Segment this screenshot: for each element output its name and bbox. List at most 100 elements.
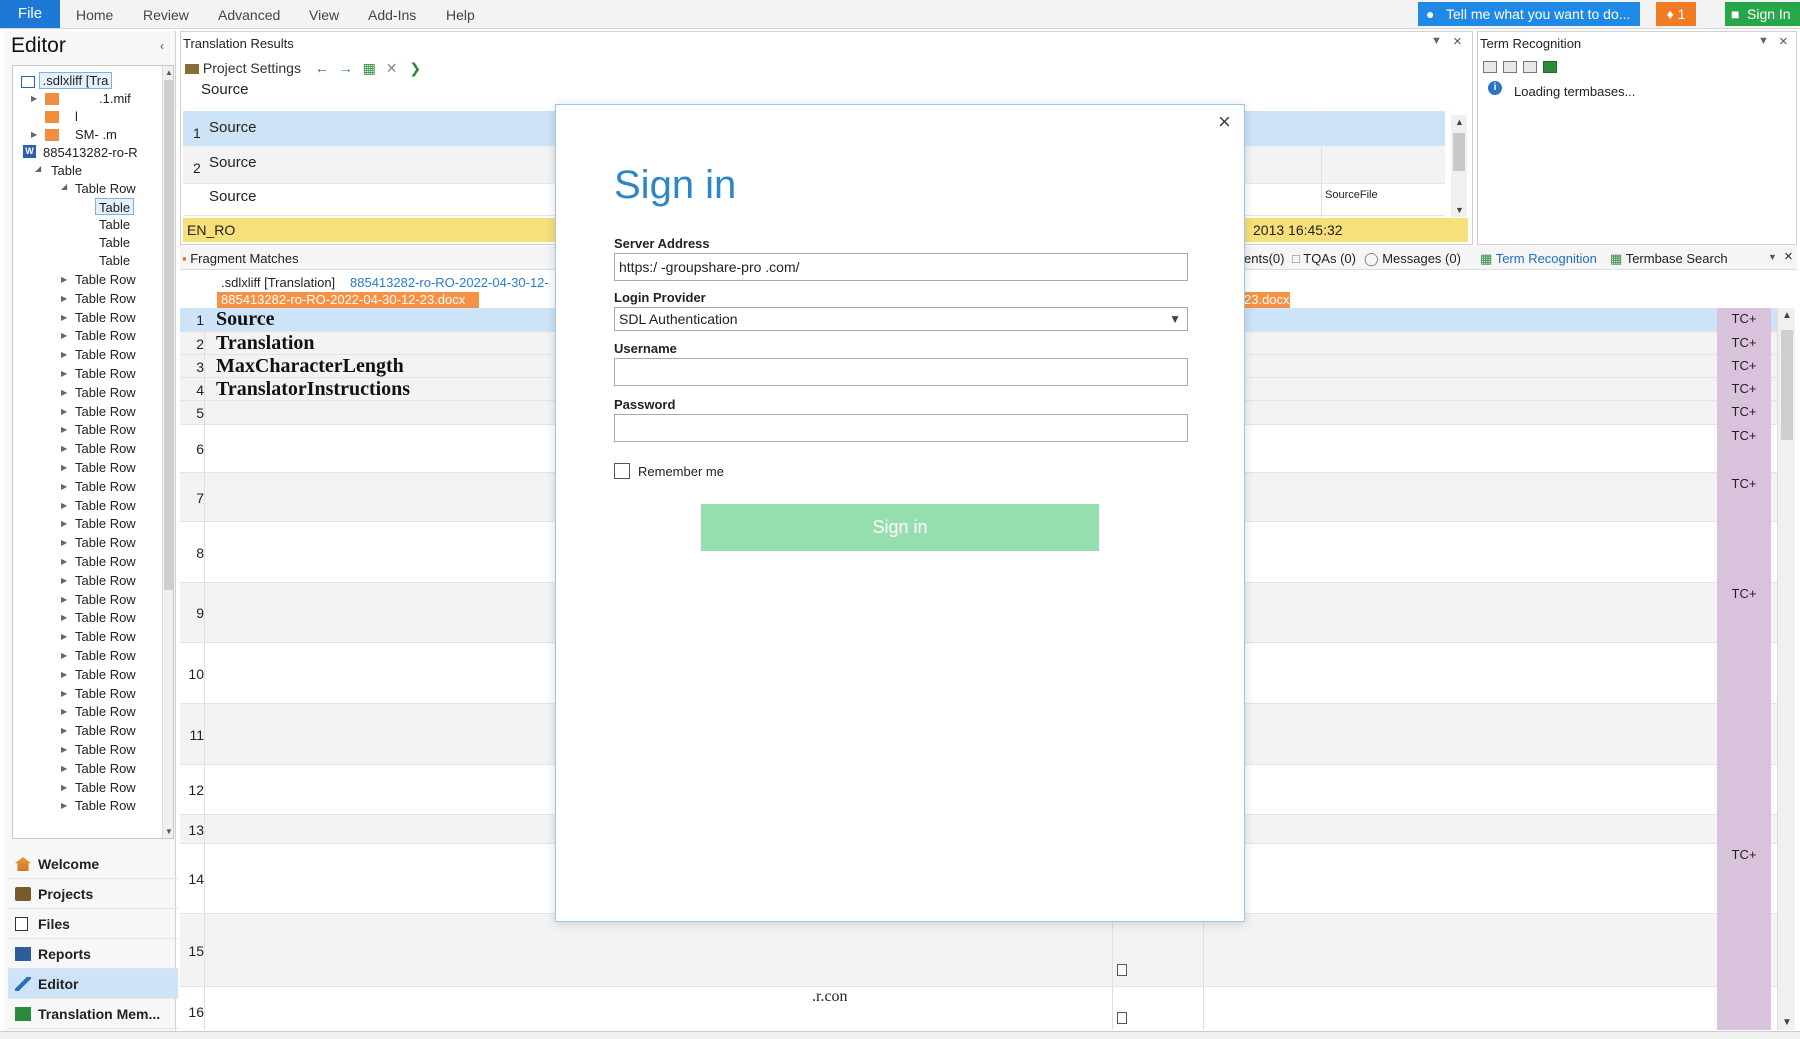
arrow-left-icon[interactable]: ←	[315, 60, 329, 76]
nav-translation-memories[interactable]: Translation Mem...	[8, 999, 178, 1029]
document-tab[interactable]: .sdlxliff [Translation]	[221, 275, 335, 290]
tab-tqas[interactable]: □ TQAs (0)	[1292, 251, 1356, 266]
expand-icon[interactable]: ▶	[61, 689, 67, 698]
collapse-node-icon[interactable]: ◢	[61, 182, 67, 191]
scroll-thumb[interactable]	[1453, 133, 1465, 171]
scroll-down-icon[interactable]: ▼	[1455, 205, 1464, 215]
tree-table-row[interactable]: Table Row	[75, 722, 136, 739]
tree-table-row[interactable]: Table Row	[75, 628, 136, 645]
tree-scrollbar[interactable]: ▲ ▼	[162, 66, 173, 838]
expand-icon[interactable]: ▶	[61, 275, 67, 284]
arrow-right-icon[interactable]: →	[339, 60, 353, 76]
file-tab[interactable]: File	[0, 0, 60, 28]
tree-file[interactable]: SM- .m	[75, 126, 117, 143]
expand-icon[interactable]: ▶	[61, 369, 67, 378]
tab-view[interactable]: View	[309, 0, 339, 28]
tree-table-row[interactable]: Table Row	[75, 290, 136, 307]
expand-icon[interactable]: ▶	[61, 538, 67, 547]
tree-child-table[interactable]: Table	[99, 216, 130, 233]
expand-icon[interactable]: ▶	[61, 425, 67, 434]
nav-editor[interactable]: Editor	[8, 969, 178, 999]
termbase-tool-icon[interactable]	[1503, 61, 1517, 73]
tree-doc[interactable]: 885413282-ro-R	[43, 144, 138, 161]
tab-review[interactable]: Review	[143, 0, 189, 28]
expand-icon[interactable]: ▶	[61, 651, 67, 660]
expand-icon[interactable]: ▶	[61, 294, 67, 303]
tree-table[interactable]: Table	[51, 162, 82, 179]
tab-fragment-matches[interactable]: ▪ Fragment Matches	[182, 251, 299, 266]
expand-icon[interactable]: ▶	[61, 745, 67, 754]
expand-icon[interactable]: ▶	[61, 783, 67, 792]
pin-icon[interactable]: ▼	[1431, 35, 1442, 47]
expand-icon[interactable]: ▶	[61, 501, 67, 510]
tell-me-search[interactable]: ● Tell me what you want to do...	[1418, 2, 1640, 26]
tools-icon[interactable]: ✕	[386, 60, 398, 76]
tree-table-row[interactable]: Table Row	[75, 572, 136, 589]
tree-file[interactable]: l	[75, 108, 78, 125]
tree-table-row[interactable]: Table Row	[75, 703, 136, 720]
tree-table-row[interactable]: Table Row	[75, 779, 136, 796]
tree-table-row[interactable]: Table Row	[75, 327, 136, 344]
remember-me-label[interactable]: Remember me	[638, 464, 724, 479]
tree-table-row[interactable]: Table Row	[75, 534, 136, 551]
tree-table-row[interactable]: Table Row	[75, 685, 136, 702]
expand-icon[interactable]: ▶	[31, 94, 37, 103]
chevron-right-icon[interactable]: ❯	[409, 60, 421, 76]
tree-table-row[interactable]: Table Row	[75, 403, 136, 420]
tab-add-ins[interactable]: Add-Ins	[368, 0, 416, 28]
expand-icon[interactable]: ▶	[61, 632, 67, 641]
sign-in-button[interactable]: Sign in	[701, 504, 1099, 551]
settings-icon[interactable]	[185, 64, 199, 75]
apply-icon[interactable]: ▦	[363, 60, 376, 76]
tree-table-row[interactable]: Table Row	[75, 309, 136, 326]
close-icon[interactable]: ×	[1453, 33, 1462, 50]
tab-messages[interactable]: ◯ Messages (0)	[1364, 251, 1461, 267]
project-settings-button[interactable]: Project Settings	[203, 60, 301, 76]
collapse-node-icon[interactable]: ◢	[35, 164, 41, 173]
tab-term-recognition[interactable]: ▦ Term Recognition	[1480, 251, 1597, 267]
tree-file[interactable]: .1.mif	[99, 90, 131, 107]
expand-icon[interactable]: ▶	[61, 463, 67, 472]
tree-table-row[interactable]: Table Row	[75, 180, 136, 197]
tab-home[interactable]: Home	[76, 0, 113, 28]
expand-icon[interactable]: ▶	[61, 313, 67, 322]
tree-root[interactable]: .sdlxliff [Tra	[21, 72, 113, 89]
expand-icon[interactable]: ▶	[61, 707, 67, 716]
chevron-down-icon[interactable]: ▼	[1768, 252, 1777, 262]
expand-icon[interactable]: ▶	[61, 331, 67, 340]
collapse-icon[interactable]: ‹	[160, 39, 164, 53]
tree-table-row[interactable]: Table Row	[75, 666, 136, 683]
tree-table-row[interactable]: Table Row	[75, 741, 136, 758]
tree-table-row[interactable]: Table Row	[75, 478, 136, 495]
username-input[interactable]	[614, 358, 1188, 386]
tab-comments[interactable]: ents(0)	[1244, 251, 1284, 266]
expand-icon[interactable]: ▶	[61, 801, 67, 810]
close-icon[interactable]: ×	[1784, 248, 1793, 265]
scroll-up-icon[interactable]: ▲	[165, 68, 173, 77]
expand-icon[interactable]: ▶	[61, 557, 67, 566]
password-input[interactable]	[614, 414, 1188, 442]
expand-icon[interactable]: ▶	[61, 444, 67, 453]
tree-table-row[interactable]: Table Row	[75, 440, 136, 457]
ribbon-sign-in-button[interactable]: ■ Sign In	[1725, 2, 1800, 26]
tree-table-row[interactable]: Table Row	[75, 647, 136, 664]
expand-icon[interactable]: ▶	[61, 670, 67, 679]
expand-icon[interactable]: ▶	[61, 388, 67, 397]
tree-child-table[interactable]: Table	[99, 234, 130, 251]
editor-scrollbar[interactable]: ▲ ▼	[1777, 308, 1795, 1030]
tree-table-row[interactable]: Table Row	[75, 459, 136, 476]
termbase-tool-icon[interactable]	[1523, 61, 1537, 73]
document-tab[interactable]: 885413282-ro-RO-2022-04-30-12-	[350, 275, 549, 290]
tree-table-row[interactable]: Table Row	[75, 346, 136, 363]
pin-icon[interactable]: ▼	[1758, 35, 1769, 47]
tree-child-table[interactable]: Table	[99, 252, 130, 269]
tree-table-row[interactable]: Table Row	[75, 384, 136, 401]
close-icon[interactable]: ×	[1779, 33, 1788, 50]
expand-icon[interactable]: ▶	[61, 595, 67, 604]
tree-table-row[interactable]: Table Row	[75, 515, 136, 532]
translation-results-scrollbar[interactable]: ▲ ▼	[1451, 115, 1467, 217]
scroll-thumb[interactable]	[1781, 330, 1793, 440]
nav-projects[interactable]: Projects	[8, 879, 178, 909]
dialog-close-button[interactable]: ×	[1218, 109, 1231, 135]
tab-help[interactable]: Help	[446, 0, 475, 28]
